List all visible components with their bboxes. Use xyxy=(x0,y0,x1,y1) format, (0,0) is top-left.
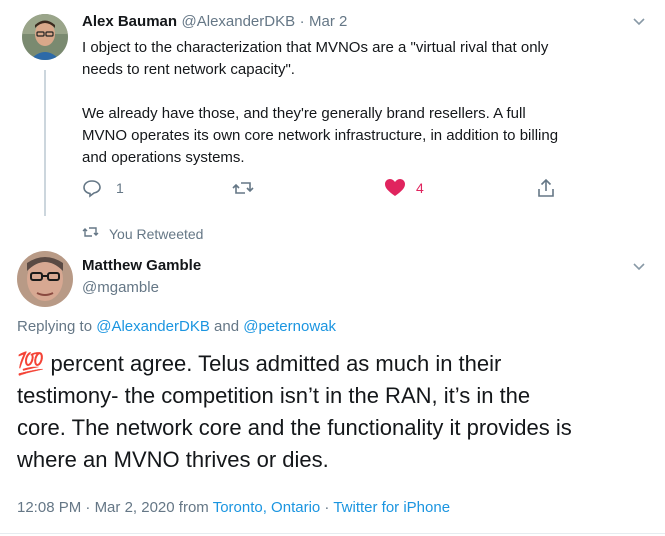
mention-link[interactable]: @peternowak xyxy=(243,318,336,335)
tweet-text-line: I object to the characterization that MV… xyxy=(82,39,549,56)
tweet-meta: 12:08 PM · Mar 2, 2020 from Toronto, Ont… xyxy=(17,499,450,516)
tweet-text-line: needs to rent network capacity". xyxy=(82,61,295,78)
tweet-full-date[interactable]: Mar 2, 2020 xyxy=(95,499,175,516)
replying-prefix: Replying to xyxy=(17,318,93,335)
avatar-matthew-gamble[interactable] xyxy=(17,251,73,307)
author-name[interactable]: Matthew Gamble xyxy=(82,257,201,274)
tweet-text-line: testimony- the competition isn’t in the … xyxy=(17,383,531,408)
reply-tweet-header: Alex Bauman @AlexanderDKB · Mar 2 xyxy=(82,13,347,31)
retweet-banner-label: You Retweeted xyxy=(109,225,204,242)
reply-tweet-body: I object to the characterization that MV… xyxy=(82,37,558,169)
retweet-small-icon xyxy=(82,225,99,242)
main-tweet-body: 💯 percent agree. Telus admitted as much … xyxy=(17,348,572,476)
tweet-time[interactable]: 12:08 PM xyxy=(17,499,81,516)
tweet-text-line: and operations systems. xyxy=(82,149,245,166)
chevron-down-icon[interactable] xyxy=(632,14,646,32)
hundred-points-icon: 💯 xyxy=(17,351,45,376)
reply-icon xyxy=(82,178,102,198)
meta-separator: · xyxy=(324,499,330,516)
retweet-banner: You Retweeted xyxy=(82,225,203,242)
header-separator: · xyxy=(299,13,305,30)
like-action[interactable]: 4 xyxy=(384,178,424,198)
avatar-alex-bauman[interactable] xyxy=(22,14,68,60)
tweet-text-line: where an MVNO thrives or dies. xyxy=(17,447,329,472)
author-handle[interactable]: @mgamble xyxy=(82,279,159,296)
tweet-text-line: We already have those, and they're gener… xyxy=(82,105,526,122)
meta-from: from xyxy=(178,499,209,516)
reply-action[interactable]: 1 xyxy=(82,178,124,198)
thread-connector-line xyxy=(44,70,46,216)
retweet-icon xyxy=(232,178,254,198)
mention-link[interactable]: @AlexanderDKB xyxy=(96,318,210,335)
source-link[interactable]: Twitter for iPhone xyxy=(333,499,450,516)
like-count: 4 xyxy=(416,180,424,196)
tweet-text-line: 💯 percent agree. Telus admitted as much … xyxy=(17,351,502,376)
author-handle[interactable]: @AlexanderDKB xyxy=(182,13,296,30)
chevron-down-icon[interactable] xyxy=(632,259,646,277)
meta-separator: · xyxy=(85,499,91,516)
replying-and: and xyxy=(214,318,240,335)
location-link[interactable]: Toronto, Ontario xyxy=(213,499,321,516)
retweet-action[interactable] xyxy=(232,178,254,198)
heart-icon xyxy=(384,178,406,198)
reply-count: 1 xyxy=(116,180,124,196)
bottom-divider xyxy=(0,533,665,534)
share-action[interactable] xyxy=(537,178,555,198)
tweet-text-line: core. The network core and the functiona… xyxy=(17,415,572,440)
share-icon xyxy=(537,178,555,198)
replying-to: Replying to @AlexanderDKB and @peternowa… xyxy=(17,318,336,335)
tweet-text-line: MVNO operates its own core network infra… xyxy=(82,127,559,144)
tweet-date[interactable]: Mar 2 xyxy=(309,13,347,30)
author-name[interactable]: Alex Bauman xyxy=(82,13,177,30)
